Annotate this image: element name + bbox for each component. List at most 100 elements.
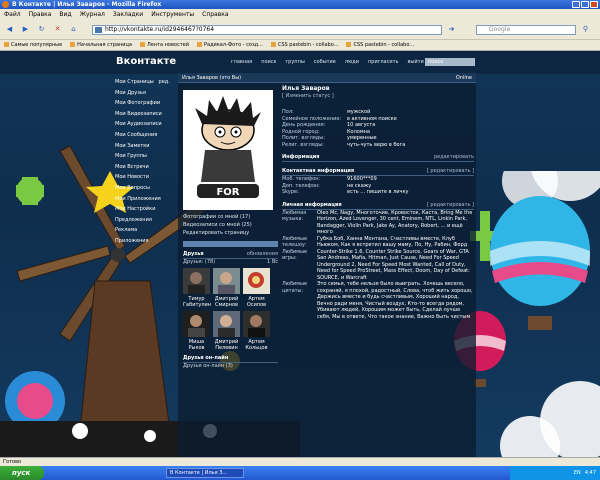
address-bar[interactable]: http://vkontakte.ru/id2946467?0764 [92,25,442,35]
info-value: чуть-чуть верю в бога [347,141,406,148]
profile-owner-label: Илья Заваров (это Вы) [182,75,242,81]
edit-page-link[interactable]: Редактировать страницу [183,229,278,237]
sidebar-item-news[interactable]: Мои Новости [115,172,175,183]
sidebar-item-messages[interactable]: Мои Сообщения [115,130,175,141]
nav-people[interactable]: люди [345,59,359,65]
nav-groups[interactable]: группы [286,59,305,65]
taskbar-item-label: В Контакте | Илья З... [170,470,228,476]
photos-with-me-link[interactable]: Фотографии со мной (17) [183,213,278,221]
sidebar-item-notes[interactable]: Мои Заметки [115,141,175,152]
menu-tools[interactable]: Инструменты [151,11,194,18]
site-search-input[interactable]: поиск [425,58,475,66]
search-input[interactable]: Google [476,25,576,35]
nav-search[interactable]: поиск [261,59,276,65]
bookmark-item[interactable]: Радикал-Фото - созд... [197,42,263,48]
bookmark-item[interactable]: Самые популярные [4,42,62,48]
taskbar-window-item[interactable]: В Контакте | Илья З... [166,468,244,478]
personal-edit-link[interactable]: [ редактировать ] [427,201,474,209]
menu-view[interactable]: Вид [59,11,71,18]
bookmark-item[interactable]: CSS pastebin - collabo... [271,42,339,48]
menu-bookmarks[interactable]: Закладки [113,11,143,18]
nav-events[interactable]: событие [314,59,336,65]
bookmark-item[interactable]: CSS pastebin - collabo... [346,42,414,48]
sidebar-edit-link[interactable]: ред. [159,79,170,85]
menu-help[interactable]: Справка [202,11,228,18]
friend-card[interactable]: Артем Осипов [243,268,270,308]
back-arrow-icon[interactable]: ◀ [4,24,15,35]
status-text: Готово [3,459,22,465]
sidebar-item-applications[interactable]: Приложения [115,236,175,247]
bookmark-item[interactable]: Начальная страница [70,42,132,48]
friend-card[interactable]: Артем Кольцов [243,311,270,351]
navigation-toolbar: ◀ ▶ ↻ ✕ ⌂ http://vkontakte.ru/id2946467?… [0,20,600,40]
menu-history[interactable]: Журнал [80,11,105,18]
menu-file[interactable]: Файл [4,11,21,18]
site-logo[interactable]: Вконтакте [116,56,176,67]
site-nav: главная поиск группы событие люди пригла… [231,59,424,65]
info-edit-link[interactable]: редактировать [434,153,474,161]
go-icon[interactable]: ➜ [446,24,457,35]
forward-arrow-icon[interactable]: ▶ [20,24,31,35]
friend-avatar [213,268,240,294]
stop-icon[interactable]: ✕ [52,24,63,35]
friend-card[interactable]: Тимур Габитулин [183,268,212,308]
nav-invite[interactable]: пригласить [368,59,398,65]
friend-name: Тимур Габитулин [183,296,212,308]
contact-value: есть ... пишите в личку [347,189,409,195]
close-button[interactable] [590,1,598,8]
sidebar-item-audio[interactable]: Мои Аудиозаписи [115,119,175,130]
friends-grid: Тимур Габитулин Дмитрий Смирнов Артем Ос… [183,268,278,351]
profile-panel: Илья Заваров (это Вы) Online FOR Илья За… [178,73,476,457]
friend-card[interactable]: Миша Рыков [183,311,210,351]
personal-label: Любимая музыка: [282,209,307,223]
online-friends-count[interactable]: Друзья он-лайн (3) [183,363,233,370]
friends-count[interactable]: Друзья: (78) [183,259,215,266]
profile-photo[interactable]: FOR [183,90,273,210]
friends-all-link[interactable]: 1 Вс [267,259,278,266]
personal-value[interactable]: Это семья, тебе нельзя было выиграть. Хо… [317,281,474,320]
sidebar-item-videos[interactable]: Мои Видеозаписи [115,109,175,120]
sidebar-item-offers[interactable]: Предложения [115,215,175,226]
friends-updates-link[interactable]: обновления [247,250,278,258]
friend-avatar [243,268,270,294]
sidebar-item-my-page[interactable]: Мои Страницы ред. [115,77,175,88]
contact-edit-link[interactable]: [ редактировать ] [427,167,474,175]
sidebar-item-ads[interactable]: Реклама [115,225,175,236]
info-label: Религ. взгляды: [282,141,324,148]
personal-value[interactable]: Губка Боб, Ханна Монтана, Счастливы вмес… [317,236,474,249]
nav-logout[interactable]: выйти [407,59,423,65]
search-placeholder: Google [489,26,511,33]
sidebar-item-settings[interactable]: Мои Настройки [115,204,175,215]
info-section-title: Информация [282,154,320,160]
friend-avatar [213,311,240,337]
bookmark-item[interactable]: Лента новостей [140,42,189,48]
info-section-header: Информация редактировать [282,153,474,162]
videos-with-me-link[interactable]: Видеозаписи со мной (25) [183,221,278,229]
change-status-link[interactable]: [ Изменить статус ] [282,93,474,100]
start-button[interactable]: пуск [0,466,44,480]
home-icon[interactable]: ⌂ [68,24,79,35]
sidebar-item-friends[interactable]: Мои Друзья [115,88,175,99]
menu-edit[interactable]: Правка [29,11,52,18]
friend-card[interactable]: Дмитрий Пелевин [213,311,240,351]
sidebar-item-groups[interactable]: Мои Группы [115,151,175,162]
nav-home[interactable]: главная [231,59,252,65]
window-title: В Контакте | Илья Заваров - Mozilla Fire… [12,1,162,8]
sidebar-item-questions[interactable]: Мои Вопросы [115,183,175,194]
sidebar-item-photos[interactable]: Мои Фотографии [115,98,175,109]
friend-avatar [183,268,210,294]
maximize-button[interactable] [581,1,589,8]
language-indicator[interactable]: EN [574,466,581,480]
status-bar: Готово [0,457,600,466]
search-go-icon[interactable]: ⚲ [580,24,591,35]
online-friends-title: Друзья он-лайн [183,355,229,361]
reload-icon[interactable]: ↻ [36,24,47,35]
friend-card[interactable]: Дмитрий Смирнов [213,268,240,308]
personal-value[interactable]: Counter-Strike 1.6, Counter Strike Sourc… [317,249,474,282]
profile-header-bar: Илья Заваров (это Вы) Online [178,73,476,83]
minimize-button[interactable] [572,1,580,8]
sidebar-item-events[interactable]: Мои Встречи [115,162,175,173]
personal-value[interactable]: Oleo Mc, Nagy, Многоточие, Кровосток, Ка… [317,210,474,236]
sidebar-item-apps[interactable]: Мои Приложения [115,194,175,205]
friend-name: Дмитрий Смирнов [214,296,239,308]
